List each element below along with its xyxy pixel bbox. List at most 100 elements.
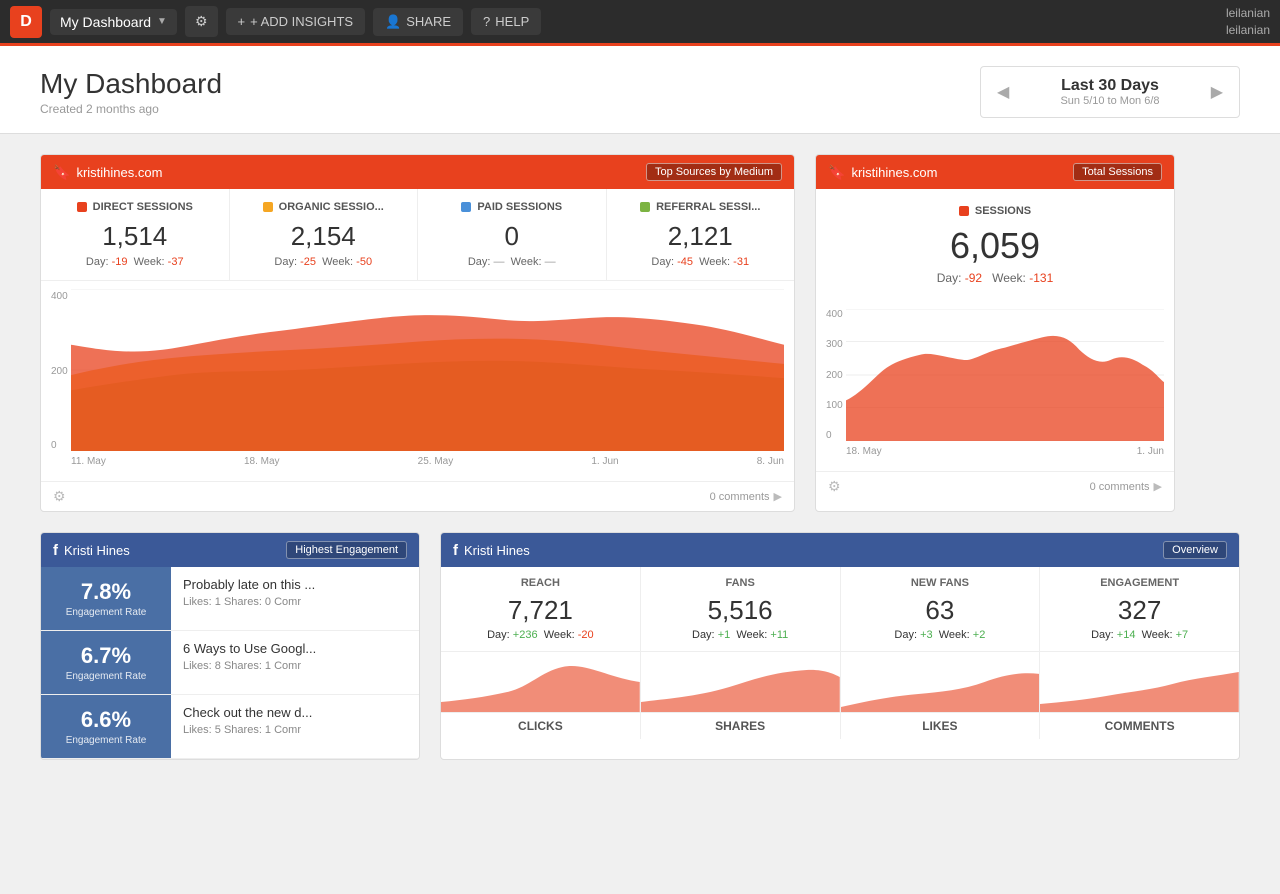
metric-cell: ORGANIC SESSIO... 2,154 Day: -25 Week: -… bbox=[230, 189, 419, 280]
metric-changes: Day: -25 Week: -50 bbox=[246, 256, 402, 268]
engagement-content: Check out the new d... Likes: 5 Shares: … bbox=[171, 695, 419, 758]
color-dot bbox=[263, 202, 273, 212]
color-dot bbox=[77, 202, 87, 212]
fb-metric-cell: ENGAGEMENT 327 Day: +14 Week: +7 bbox=[1040, 567, 1239, 651]
sessions-color-dot bbox=[959, 206, 969, 216]
fb-overview-header: f Kristi Hines Overview bbox=[441, 533, 1239, 567]
chevron-down-icon: ▼ bbox=[157, 16, 167, 27]
sessions-metrics-row: DIRECT SESSIONS 1,514 Day: -19 Week: -37… bbox=[41, 189, 794, 281]
engagement-content: 6 Ways to Use Googl... Likes: 8 Shares: … bbox=[171, 631, 419, 694]
chart-footer: ⚙ 0 comments ▶ bbox=[816, 471, 1174, 501]
sessions-chart-svg bbox=[71, 289, 784, 451]
dashboard-name-label: My Dashboard bbox=[60, 14, 151, 30]
metric-value: 0 bbox=[434, 221, 590, 252]
fire-icon: 🔖 bbox=[53, 164, 70, 181]
engagement-item[interactable]: 7.8% Engagement Rate Probably late on th… bbox=[41, 567, 419, 631]
add-insights-label: + ADD INSIGHTS bbox=[250, 14, 353, 29]
y-axis-labels: 400 300 200 100 0 bbox=[826, 309, 843, 441]
widget-site-name: kristihines.com bbox=[76, 165, 162, 180]
share-icon: 👤 bbox=[385, 14, 401, 30]
user-info: leilanian leilanian bbox=[1226, 5, 1270, 39]
metric-cell: REFERRAL SESSI... 2,121 Day: -45 Week: -… bbox=[607, 189, 795, 280]
widget-header: 🔖 kristihines.com Top Sources by Medium bbox=[41, 155, 794, 189]
shares-sparkline bbox=[641, 652, 841, 712]
user-name: leilanian bbox=[1226, 5, 1270, 22]
share-button[interactable]: 👤 SHARE bbox=[373, 8, 463, 36]
engagement-item[interactable]: 6.7% Engagement Rate 6 Ways to Use Googl… bbox=[41, 631, 419, 695]
x-label: 18. May bbox=[244, 456, 280, 467]
page-header: My Dashboard Created 2 months ago ◀ Last… bbox=[0, 46, 1280, 134]
prev-period-button[interactable]: ◀ bbox=[997, 82, 1009, 102]
help-label: HELP bbox=[495, 14, 529, 29]
fb-metric-changes: Day: +3 Week: +2 bbox=[849, 629, 1032, 641]
engagement-title: Check out the new d... bbox=[183, 705, 407, 720]
metric-value: 2,121 bbox=[623, 221, 779, 252]
total-sessions-metric: SESSIONS 6,059 Day: -92 Week: -131 bbox=[816, 189, 1174, 301]
metric-name: PAID SESSIONS bbox=[477, 201, 562, 213]
help-icon: ? bbox=[483, 14, 490, 29]
total-sessions-chart-svg bbox=[846, 309, 1164, 441]
fb-metric-label: REACH bbox=[449, 577, 632, 589]
sessions-chart-area: 400 200 0 11 bbox=[41, 281, 794, 481]
share-label: SHARE bbox=[406, 14, 451, 29]
user-email: leilanian bbox=[1226, 22, 1270, 39]
metric-label: ORGANIC SESSIO... bbox=[246, 201, 402, 213]
metric-changes: Day: -45 Week: -31 bbox=[623, 256, 779, 268]
page-title: My Dashboard bbox=[40, 68, 222, 100]
chart-footer: ⚙ 0 comments ▶ bbox=[41, 481, 794, 511]
metric-cell: DIRECT SESSIONS 1,514 Day: -19 Week: -37 bbox=[41, 189, 230, 280]
gear-icon: ⚙ bbox=[195, 13, 208, 29]
total-sessions-widget: 🔖 kristihines.com Total Sessions SESSION… bbox=[815, 154, 1175, 512]
metric-name: DIRECT SESSIONS bbox=[93, 201, 193, 213]
day-change: -92 bbox=[965, 271, 982, 285]
fb-metric-cell: FANS 5,516 Day: +1 Week: +11 bbox=[641, 567, 841, 651]
comments-count: 0 comments ▶ bbox=[1090, 480, 1162, 493]
color-dot bbox=[640, 202, 650, 212]
fire-icon: 🔖 bbox=[828, 164, 845, 181]
comment-triangle-icon: ▶ bbox=[774, 490, 782, 503]
bottom-label-cell: LIKES bbox=[841, 713, 1041, 739]
engagement-rate-value: 6.6% bbox=[81, 707, 131, 733]
engagement-rate-box: 7.8% Engagement Rate bbox=[41, 567, 171, 630]
engagement-item[interactable]: 6.6% Engagement Rate Check out the new d… bbox=[41, 695, 419, 759]
top-navigation: D My Dashboard ▼ ⚙ + + ADD INSIGHTS 👤 SH… bbox=[0, 0, 1280, 46]
app-logo: D bbox=[10, 6, 42, 38]
engagement-list: 7.8% Engagement Rate Probably late on th… bbox=[41, 567, 419, 759]
dashboard-selector[interactable]: My Dashboard ▼ bbox=[50, 9, 177, 35]
settings-button[interactable]: ⚙ bbox=[185, 6, 218, 37]
fb-metric-value: 7,721 bbox=[449, 595, 632, 626]
color-dot bbox=[461, 202, 471, 212]
bottom-label-cell: COMMENTS bbox=[1040, 713, 1239, 739]
facebook-widget-row: f Kristi Hines Highest Engagement 7.8% E… bbox=[40, 532, 1240, 760]
sessions-changes: Day: -92 Week: -131 bbox=[937, 271, 1054, 285]
next-period-button[interactable]: ▶ bbox=[1211, 82, 1223, 102]
fb-metric-changes: Day: +1 Week: +11 bbox=[649, 629, 832, 641]
help-button[interactable]: ? HELP bbox=[471, 8, 541, 35]
widget-header: 🔖 kristihines.com Total Sessions bbox=[816, 155, 1174, 189]
fb-metric-label: NEW FANS bbox=[849, 577, 1032, 589]
y-axis-labels: 400 200 0 bbox=[51, 291, 68, 451]
sessions-label: SESSIONS bbox=[975, 205, 1031, 217]
add-insights-button[interactable]: + + ADD INSIGHTS bbox=[226, 8, 366, 35]
clicks-sparkline bbox=[441, 652, 641, 712]
engagement-title: 6 Ways to Use Googl... bbox=[183, 641, 407, 656]
widget-settings-icon[interactable]: ⚙ bbox=[53, 488, 66, 505]
dashboard-content: 🔖 kristihines.com Top Sources by Medium … bbox=[0, 134, 1280, 800]
facebook-icon: f bbox=[53, 542, 58, 559]
widget-settings-icon[interactable]: ⚙ bbox=[828, 478, 841, 495]
fb-metric-changes: Day: +236 Week: -20 bbox=[449, 629, 632, 641]
comments-count: 0 comments ▶ bbox=[710, 490, 782, 503]
engagement-meta: Likes: 5 Shares: 1 Comr bbox=[183, 724, 407, 736]
page-subtitle: Created 2 months ago bbox=[40, 102, 222, 116]
sparkline-row bbox=[441, 652, 1239, 713]
x-label: 1. Jun bbox=[591, 456, 618, 467]
metric-changes: Day: — Week: — bbox=[434, 256, 590, 268]
fb-widget-header: f Kristi Hines Highest Engagement bbox=[41, 533, 419, 567]
engagement-rate-value: 6.7% bbox=[81, 643, 131, 669]
date-range-sub: Sun 5/10 to Mon 6/8 bbox=[1019, 95, 1200, 107]
date-range-picker[interactable]: ◀ Last 30 Days Sun 5/10 to Mon 6/8 ▶ bbox=[980, 66, 1240, 118]
metric-label: DIRECT SESSIONS bbox=[57, 201, 213, 213]
widget-site-name: kristihines.com bbox=[851, 165, 937, 180]
comments-sparkline bbox=[1040, 652, 1239, 712]
fb-metric-value: 327 bbox=[1048, 595, 1231, 626]
